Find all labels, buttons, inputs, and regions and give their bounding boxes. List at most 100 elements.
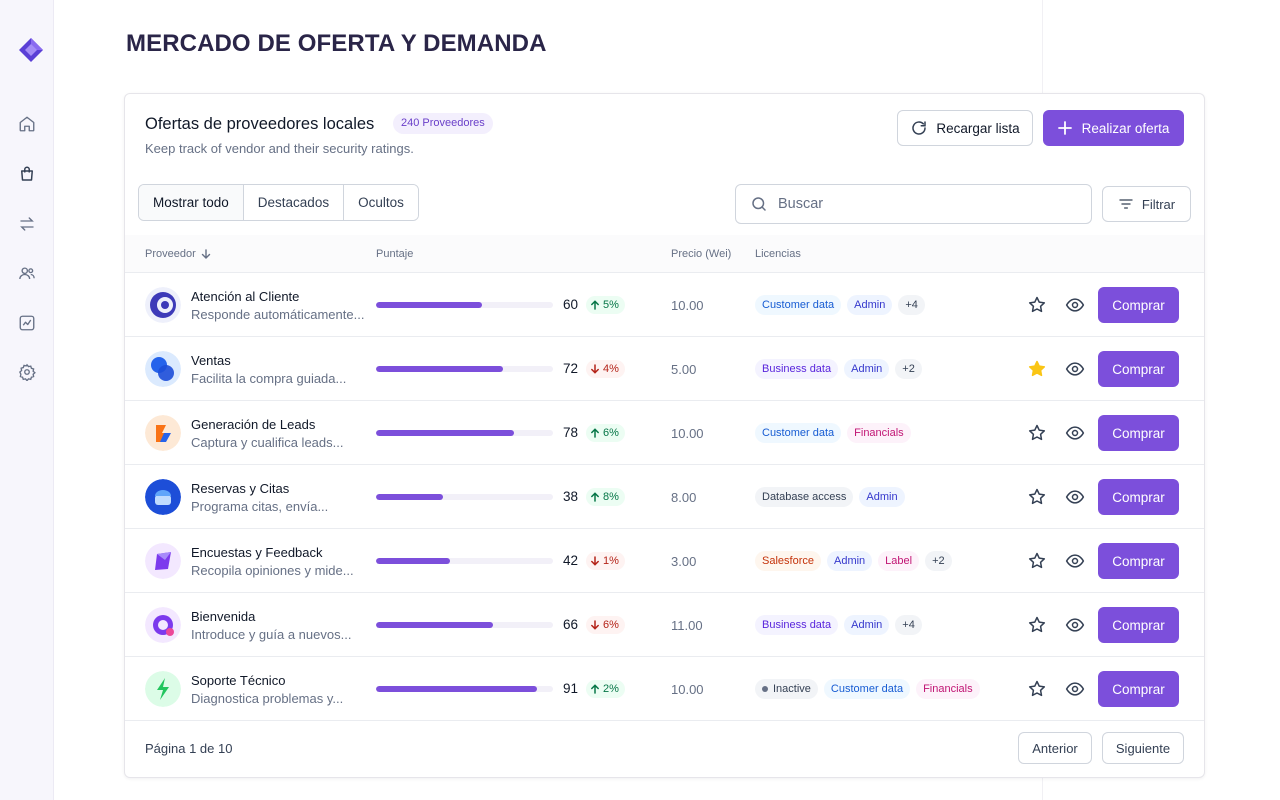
filter-button[interactable]: Filtrar [1102, 186, 1191, 222]
star-icon[interactable] [1027, 615, 1047, 635]
score-bar-fill [376, 558, 451, 564]
vendor-description: Introduce y guía a nuevos... [191, 627, 352, 642]
score-change-value: 6% [603, 619, 619, 631]
vendor-card: Ofertas de proveedores locales 240 Prove… [124, 93, 1205, 778]
license-tag: Customer data [755, 423, 842, 443]
score-value: 42 [563, 553, 579, 568]
score-bar [376, 494, 553, 500]
arrow-up-icon [590, 684, 600, 694]
star-icon[interactable] [1027, 487, 1047, 507]
license-tag: Admin [844, 615, 890, 635]
star-icon[interactable] [1027, 295, 1047, 315]
star-icon[interactable] [1027, 423, 1047, 443]
next-page-button[interactable]: Siguiente [1102, 732, 1184, 764]
table-row[interactable]: Atención al Cliente Responde automáticam… [125, 273, 1204, 337]
arrow-down-icon [201, 249, 210, 259]
buy-button[interactable]: Comprar [1098, 415, 1179, 451]
buy-button[interactable]: Comprar [1098, 671, 1179, 707]
logo-icon[interactable] [18, 37, 44, 63]
buy-button[interactable]: Comprar [1098, 543, 1179, 579]
search-box [735, 184, 1092, 224]
arrow-up-icon [590, 492, 600, 502]
arrow-up-icon [590, 428, 600, 438]
vendor-name: Soporte Técnico [191, 673, 286, 688]
eye-icon[interactable] [1065, 359, 1085, 379]
buy-button[interactable]: Comprar [1098, 479, 1179, 515]
pagination-info: Página 1 de 10 [145, 741, 233, 756]
eye-icon[interactable] [1065, 679, 1085, 699]
table-row[interactable]: Bienvenida Introduce y guía a nuevos... … [125, 593, 1204, 657]
eye-icon[interactable] [1065, 551, 1085, 571]
vendor-avatar [145, 607, 181, 643]
reload-button[interactable]: Recargar lista [897, 110, 1033, 146]
price-value: 8.00 [671, 490, 697, 505]
gear-icon[interactable] [17, 362, 37, 382]
search-input[interactable] [778, 196, 1078, 212]
score-bar [376, 302, 553, 308]
score-change-value: 8% [603, 491, 619, 503]
license-tag: Business data [755, 359, 839, 379]
vendor-name: Ventas [191, 353, 231, 368]
score-value: 60 [563, 297, 579, 312]
score-bar-fill [376, 494, 444, 500]
license-tag: Admin [844, 359, 890, 379]
score-change-badge: 4% [586, 360, 625, 378]
score-value: 72 [563, 361, 579, 376]
filter-lines-icon [1119, 199, 1133, 209]
vendor-description: Captura y cualifica leads... [191, 435, 344, 450]
star-icon[interactable] [1027, 679, 1047, 699]
vendor-avatar [145, 287, 181, 323]
eye-icon[interactable] [1065, 615, 1085, 635]
table-row[interactable]: Generación de Leads Captura y cualifica … [125, 401, 1204, 465]
score-change-value: 6% [603, 427, 619, 439]
eye-icon[interactable] [1065, 423, 1085, 443]
vendor-description: Facilita la compra guiada... [191, 371, 347, 386]
license-tags: Salesforce Admin Label +2 [755, 551, 952, 571]
star-filled-icon[interactable] [1027, 359, 1047, 379]
tab-featured[interactable]: Destacados [243, 185, 345, 220]
chart-icon[interactable] [17, 313, 37, 333]
tab-hidden[interactable]: Ocultos [344, 185, 418, 220]
score-change-badge: 2% [586, 680, 625, 698]
score-bar [376, 430, 553, 436]
buy-button[interactable]: Comprar [1098, 607, 1179, 643]
score-bar-fill [376, 430, 515, 436]
score-bar [376, 622, 553, 628]
score-change-value: 4% [603, 363, 619, 375]
license-tag: Inactive [755, 679, 818, 699]
arrow-down-icon [590, 364, 600, 374]
score-bar-fill [376, 366, 504, 372]
license-tag: Admin [826, 551, 873, 571]
license-tag: Financials [916, 679, 980, 699]
column-vendor-label: Proveedor [145, 248, 196, 260]
table-row[interactable]: Ventas Facilita la compra guiada... 72 4… [125, 337, 1204, 401]
license-tag: Database access [755, 487, 854, 507]
tab-show-all[interactable]: Mostrar todo [139, 185, 244, 220]
table-row[interactable]: Encuestas y Feedback Recopila opiniones … [125, 529, 1204, 593]
license-tag: +4 [898, 295, 925, 315]
transfer-arrows-icon[interactable] [17, 214, 37, 234]
card-subtitle: Keep track of vendor and their security … [145, 141, 414, 156]
table-row[interactable]: Soporte Técnico Diagnostica problemas y.… [125, 657, 1204, 721]
card-title: Ofertas de proveedores locales [145, 115, 375, 133]
buy-button[interactable]: Comprar [1098, 287, 1179, 323]
users-icon[interactable] [17, 263, 37, 283]
license-tag: Salesforce [755, 551, 821, 571]
make-offer-label: Realizar oferta [1081, 120, 1170, 136]
vendor-description: Responde automáticamente... [191, 307, 365, 322]
score-bar-fill [376, 622, 493, 628]
previous-page-button[interactable]: Anterior [1018, 732, 1092, 764]
table-row[interactable]: Reservas y Citas Programa citas, envía..… [125, 465, 1204, 529]
buy-button[interactable]: Comprar [1098, 351, 1179, 387]
star-icon[interactable] [1027, 551, 1047, 571]
shopping-bag-icon[interactable] [17, 164, 37, 184]
score-value: 91 [563, 681, 579, 696]
vendor-count-badge: 240 Proveedores [393, 113, 493, 134]
column-vendor[interactable]: Proveedor [145, 248, 212, 260]
vendor-name: Encuestas y Feedback [191, 545, 323, 560]
eye-icon[interactable] [1065, 487, 1085, 507]
make-offer-button[interactable]: Realizar oferta [1043, 110, 1184, 146]
score-bar [376, 558, 553, 564]
home-icon[interactable] [17, 114, 37, 134]
eye-icon[interactable] [1065, 295, 1085, 315]
